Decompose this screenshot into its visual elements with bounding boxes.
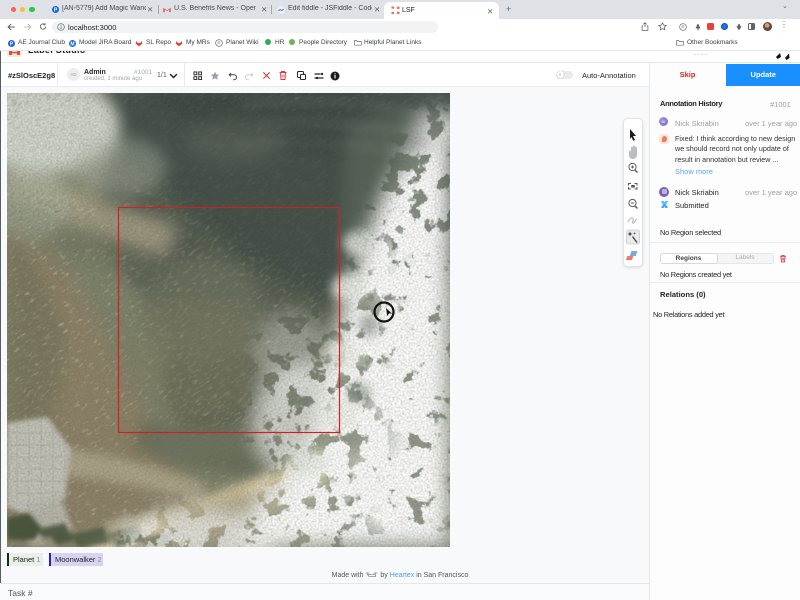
svg-text:P: P	[218, 40, 221, 45]
svg-text:P: P	[682, 24, 685, 29]
svg-text:M: M	[70, 41, 74, 46]
